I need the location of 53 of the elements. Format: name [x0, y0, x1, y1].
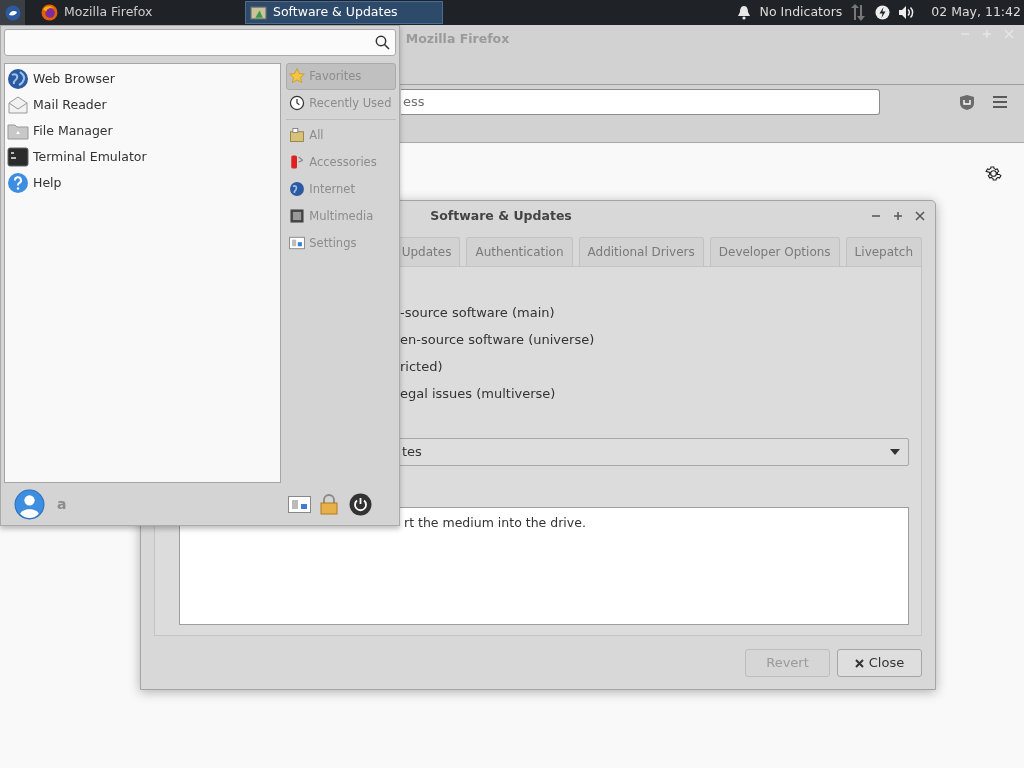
app-item[interactable]: Mail Reader — [7, 91, 281, 118]
option-label: egal issues (multiverse) — [400, 385, 557, 403]
category-item[interactable]: Accessories — [286, 148, 396, 176]
terminal-icon — [7, 145, 29, 168]
tab[interactable]: Developer Options — [709, 237, 840, 266]
star-icon — [288, 67, 307, 86]
indicators-label: No Indicators — [759, 3, 843, 22]
app-item[interactable]: File Manager — [7, 117, 281, 144]
help-icon — [7, 171, 29, 194]
tab[interactable]: Livepatch — [845, 237, 922, 266]
category-item[interactable]: Internet — [286, 175, 396, 203]
category-item[interactable]: All — [286, 121, 396, 149]
maximize-icon[interactable] — [893, 211, 903, 221]
lock-icon[interactable] — [320, 493, 338, 515]
power-icon[interactable] — [349, 492, 372, 516]
volume-icon[interactable] — [898, 5, 916, 20]
software-box-icon — [250, 4, 267, 21]
search-icon — [375, 34, 390, 50]
taskbar-button[interactable]: Mozilla Firefox — [37, 1, 227, 24]
app-item[interactable]: Web Browser — [7, 65, 281, 92]
dialog-title: Software & Updates — [430, 206, 572, 225]
tab[interactable]: Additional Drivers — [578, 237, 704, 266]
app-item[interactable]: Help — [7, 169, 281, 196]
search-field[interactable] — [4, 29, 396, 56]
option-label: ricted) — [400, 358, 444, 376]
settings-manager-icon[interactable] — [288, 495, 311, 513]
notes-text: rt the medium into the drive. — [404, 515, 586, 530]
power-icon[interactable] — [875, 5, 891, 20]
box-icon — [288, 126, 307, 145]
tab[interactable]: Authentication — [466, 237, 573, 266]
address-field[interactable]: ess — [401, 89, 880, 115]
shield-icon[interactable] — [959, 94, 975, 111]
applications-menu-button[interactable] — [0, 0, 25, 25]
window-title: Mozilla Firefox — [405, 30, 510, 48]
user-avatar-icon — [14, 488, 45, 520]
menu-icon[interactable] — [993, 96, 1007, 108]
firefox-icon — [41, 4, 58, 21]
network-arrows-icon[interactable] — [850, 4, 867, 21]
close-icon[interactable] — [915, 211, 925, 221]
category-item[interactable]: Multimedia — [286, 202, 396, 230]
clock-icon — [288, 94, 307, 113]
user-name: a — [57, 494, 67, 514]
close-button[interactable]: Close — [837, 649, 922, 677]
app-item[interactable]: Terminal Emulator — [7, 143, 281, 170]
close-icon — [854, 658, 864, 668]
option-label: -source software (main) — [400, 304, 556, 322]
clock[interactable]: 02 May, 11:42 — [931, 3, 1021, 22]
settings-icon[interactable] — [985, 165, 1002, 182]
caret-icon — [890, 449, 900, 455]
option-label: en-source software (universe) — [400, 331, 596, 349]
category-item[interactable]: Recently Used — [286, 89, 396, 117]
bell-icon[interactable] — [736, 5, 751, 20]
taskbar-button[interactable]: Software & Updates — [245, 1, 443, 24]
